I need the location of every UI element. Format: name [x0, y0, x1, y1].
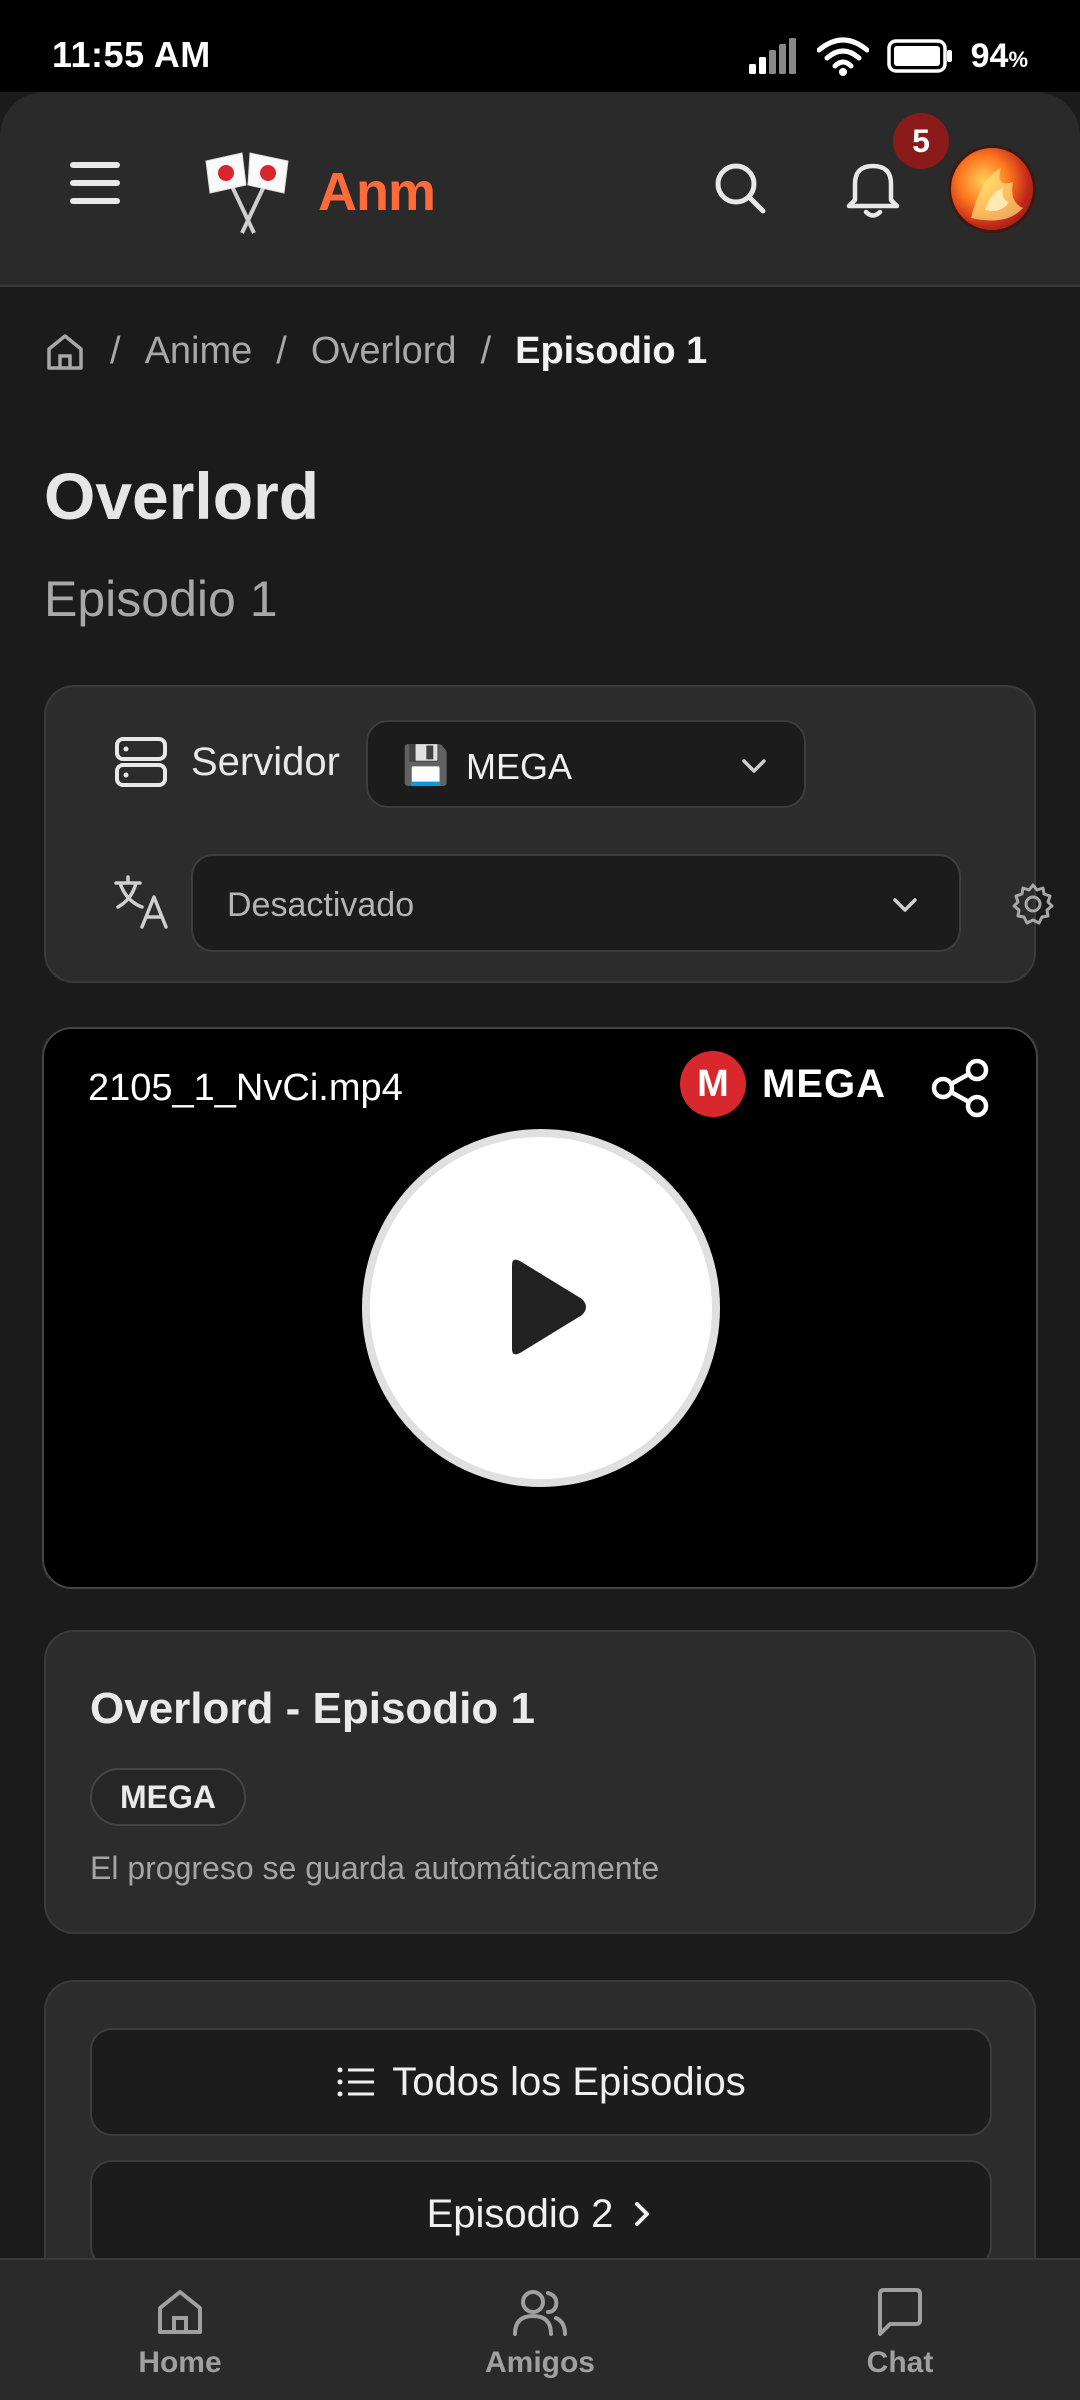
- floppy-disk-icon: 💾: [402, 745, 450, 787]
- play-icon: [512, 1259, 586, 1355]
- server-card: Servidor 💾 MEGA Desactivado: [44, 685, 1054, 983]
- play-button[interactable]: [362, 1129, 720, 1487]
- breadcrumb-separator: /: [110, 330, 121, 372]
- status-bar: 11:55 AM 94%: [0, 0, 1080, 92]
- progress-note: El progreso se guarda automáticamente: [90, 1850, 660, 1886]
- battery-unit: %: [1008, 46, 1028, 72]
- nav-chat-label: Chat: [866, 2346, 934, 2379]
- episodes-card: Todos los Episodios Episodio 2: [44, 1980, 1036, 2280]
- server-badge: MEGA: [90, 1768, 246, 1826]
- server-dropdown[interactable]: 💾 MEGA: [366, 720, 806, 808]
- battery-percent: 94%: [971, 37, 1028, 76]
- episode-info-card: Overlord - Episodio 1 MEGA El progreso s…: [44, 1630, 1036, 1934]
- menu-bar: [70, 162, 120, 168]
- page-subtitle: Episodio 1: [44, 571, 278, 627]
- video-player[interactable]: 2105_1_NvCi.mp4 M MEGA: [42, 1027, 1038, 1589]
- server-selected: MEGA: [466, 746, 573, 787]
- next-episode-button[interactable]: Episodio 2: [90, 2160, 992, 2268]
- chat-icon: [878, 2288, 922, 2336]
- bell-icon: [846, 163, 900, 218]
- share-icon: [931, 1058, 989, 1118]
- users-icon: [513, 2290, 567, 2336]
- nav-chat[interactable]: Chat: [800, 2286, 1000, 2380]
- subtitles-dropdown[interactable]: Desactivado: [191, 854, 961, 952]
- logo-text: Anm: [318, 162, 436, 222]
- page-title: Overlord: [44, 459, 320, 533]
- breadcrumb-separator: /: [480, 330, 492, 372]
- home-icon[interactable]: [44, 331, 86, 373]
- server-icon: [115, 737, 167, 787]
- nav-home[interactable]: Home: [80, 2286, 280, 2380]
- battery-icon: [886, 39, 952, 73]
- chevron-down-icon: [893, 898, 917, 912]
- notifications-button[interactable]: [843, 156, 903, 220]
- list-icon: [337, 2067, 375, 2097]
- signal-icon: [748, 38, 796, 74]
- mega-logo-icon: M: [680, 1051, 746, 1117]
- subtitles-selected: Desactivado: [227, 886, 415, 924]
- all-episodes-label: Todos los Episodios: [392, 2059, 746, 2104]
- menu-bar: [70, 180, 120, 186]
- status-time: 11:55 AM: [52, 34, 211, 75]
- next-episode-label: Episodio 2: [426, 2191, 614, 2236]
- nav-home-label: Home: [138, 2346, 222, 2379]
- breadcrumb-anime[interactable]: Anime: [145, 330, 253, 373]
- search-icon: [715, 163, 766, 214]
- battery-value: 94: [970, 36, 1009, 75]
- translate-icon: [114, 875, 168, 929]
- nav-friends-label: Amigos: [484, 2346, 595, 2379]
- crossed-flags-icon: [205, 152, 289, 234]
- avatar[interactable]: [948, 145, 1036, 233]
- home-icon: [158, 2290, 202, 2334]
- mega-logo: M MEGA: [680, 1051, 886, 1117]
- episode-info-title: Overlord - Episodio 1: [90, 1684, 535, 1733]
- breadcrumb-separator: /: [276, 330, 287, 372]
- share-button[interactable]: [930, 1057, 992, 1119]
- gear-icon[interactable]: [1011, 882, 1055, 926]
- logo[interactable]: Anm: [200, 147, 436, 237]
- search-button[interactable]: [712, 160, 768, 216]
- menu-bar: [70, 198, 120, 204]
- breadcrumb: / Anime / Overlord / Episodio 1: [44, 330, 707, 373]
- notification-badge: 5: [893, 113, 949, 169]
- breadcrumb-current: Episodio 1: [515, 330, 708, 372]
- status-icons: 94%: [748, 36, 1028, 76]
- video-file-name: 2105_1_NvCi.mp4: [88, 1067, 403, 1109]
- all-episodes-button[interactable]: Todos los Episodios: [90, 2028, 992, 2136]
- chevron-down-icon: [742, 759, 766, 773]
- server-label: Servidor: [191, 740, 340, 784]
- wifi-icon: [816, 37, 869, 76]
- mega-logo-text: MEGA: [762, 1061, 886, 1106]
- chevron-right-icon: [635, 2202, 650, 2226]
- nav-friends[interactable]: Amigos: [440, 2286, 640, 2380]
- breadcrumb-overlord[interactable]: Overlord: [311, 330, 457, 373]
- bottom-nav: Home Amigos Chat: [0, 2258, 1080, 2400]
- menu-button[interactable]: [70, 162, 126, 212]
